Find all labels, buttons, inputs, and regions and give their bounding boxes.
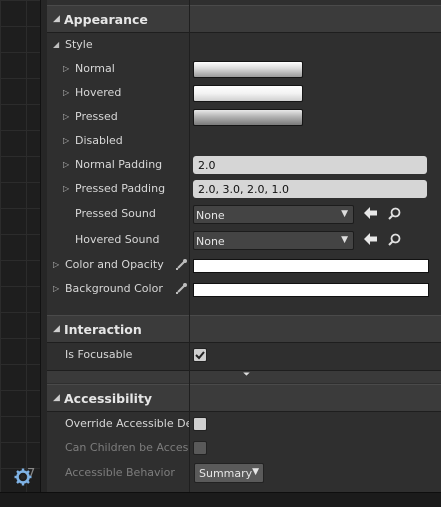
- property-label: Is Focusable: [65, 348, 133, 361]
- background-color-row: ▷ Background Color: [47, 278, 441, 302]
- use-selected-arrow-icon[interactable]: [364, 233, 377, 248]
- browse-magnifier-icon[interactable]: [388, 207, 401, 223]
- brush-row-normal[interactable]: ▷ Normal: [47, 58, 441, 82]
- category-title: Interaction: [64, 322, 142, 337]
- category-appearance[interactable]: ◢ Appearance: [47, 5, 441, 33]
- property-label: Pressed: [75, 110, 118, 123]
- override-accessible-checkbox[interactable]: [193, 417, 207, 431]
- brush-row-hovered[interactable]: ▷ Hovered: [47, 82, 441, 106]
- status-bar: [0, 492, 441, 507]
- property-label: Pressed Padding: [75, 182, 166, 195]
- children-accessible-checkbox: [193, 441, 207, 455]
- color-opacity-row: ▷ Color and Opacity: [47, 254, 441, 278]
- hovered-sound-combo[interactable]: None ▼: [193, 231, 354, 250]
- property-label: Accessible Behavior: [65, 466, 175, 479]
- pressed-padding-row: ▷ Pressed Padding 2.0, 3.0, 2.0, 1.0: [47, 178, 441, 202]
- category-interaction[interactable]: ◢ Interaction: [47, 315, 441, 343]
- accessible-behavior-row: Accessible Behavior Summary ▼: [47, 462, 441, 486]
- expand-triangle-icon[interactable]: ▷: [63, 64, 69, 73]
- brush-swatch[interactable]: [193, 109, 303, 126]
- normal-padding-input[interactable]: 2.0: [193, 156, 427, 174]
- collapse-triangle-icon[interactable]: ◢: [53, 324, 60, 334]
- pressed-sound-row: Pressed Sound None ▼: [47, 203, 441, 227]
- brush-row-disabled[interactable]: ▷ Disabled: [47, 130, 441, 154]
- brush-swatch[interactable]: [193, 85, 303, 102]
- brush-swatch[interactable]: [193, 61, 303, 78]
- color-picker-icon[interactable]: [176, 282, 188, 297]
- advanced-expander[interactable]: ⏷: [47, 370, 441, 383]
- collapse-triangle-icon[interactable]: ◢: [53, 40, 59, 49]
- children-accessible-row: Can Children be Accessit: [47, 437, 441, 461]
- normal-padding-row: ▷ Normal Padding 2.0: [47, 154, 441, 178]
- use-selected-arrow-icon[interactable]: [364, 207, 377, 222]
- dropdown-arrow-icon: ▼: [341, 209, 348, 219]
- style-row[interactable]: ◢ Style: [47, 34, 441, 58]
- hovered-sound-row: Hovered Sound None ▼: [47, 229, 441, 253]
- collapse-triangle-icon[interactable]: ◢: [53, 14, 60, 24]
- property-label: Background Color: [65, 282, 163, 295]
- expand-triangle-icon[interactable]: ▷: [63, 88, 69, 97]
- designer-canvas[interactable]: 7: [0, 0, 41, 492]
- expand-triangle-icon[interactable]: ▷: [63, 160, 69, 169]
- is-focusable-row: Is Focusable: [47, 344, 441, 368]
- browse-magnifier-icon[interactable]: [388, 233, 401, 249]
- override-accessible-row: Override Accessible Defa: [47, 413, 441, 437]
- is-focusable-checkbox[interactable]: [193, 348, 207, 362]
- category-title: Appearance: [64, 12, 148, 27]
- column-splitter[interactable]: [189, 0, 190, 492]
- expand-triangle-icon[interactable]: ▷: [63, 136, 69, 145]
- category-title: Accessibility: [64, 391, 153, 406]
- collapse-triangle-icon[interactable]: ◢: [53, 393, 60, 403]
- combo-value: None: [196, 235, 225, 248]
- color-picker-icon[interactable]: [176, 258, 188, 273]
- dropdown-arrow-icon: ▼: [341, 235, 348, 245]
- expand-triangle-icon[interactable]: ▷: [63, 184, 69, 193]
- property-label: Color and Opacity: [65, 258, 164, 271]
- color-swatch[interactable]: [193, 283, 429, 297]
- pressed-padding-input[interactable]: 2.0, 3.0, 2.0, 1.0: [193, 180, 427, 198]
- expand-triangle-icon[interactable]: ▷: [53, 260, 59, 269]
- expand-triangle-icon[interactable]: ▷: [53, 284, 59, 293]
- combo-value: None: [196, 209, 225, 222]
- property-label: Pressed Sound: [75, 207, 156, 220]
- pressed-sound-combo[interactable]: None ▼: [193, 205, 354, 224]
- property-label: Normal Padding: [75, 158, 163, 171]
- color-swatch[interactable]: [193, 259, 429, 273]
- property-label: Can Children be Accessit: [65, 441, 189, 454]
- property-label: Hovered Sound: [75, 233, 160, 246]
- expand-triangle-icon[interactable]: ▷: [63, 112, 69, 121]
- property-label: Override Accessible Defa: [65, 417, 189, 430]
- property-label: Disabled: [75, 134, 123, 147]
- gear-icon[interactable]: [14, 468, 32, 489]
- chevron-down-icon: ⏷: [243, 370, 251, 380]
- category-accessibility[interactable]: ◢ Accessibility: [47, 384, 441, 412]
- style-label: Style: [65, 38, 93, 51]
- combo-value: Summary: [199, 467, 253, 480]
- dropdown-arrow-icon: ▼: [252, 467, 259, 477]
- property-label: Normal: [75, 62, 115, 75]
- details-panel: ◢ Appearance ◢ Style ▷ Normal ▷ Hovered …: [47, 0, 441, 492]
- property-label: Hovered: [75, 86, 122, 99]
- accessible-behavior-combo[interactable]: Summary ▼: [194, 463, 264, 483]
- brush-row-pressed[interactable]: ▷ Pressed: [47, 106, 441, 130]
